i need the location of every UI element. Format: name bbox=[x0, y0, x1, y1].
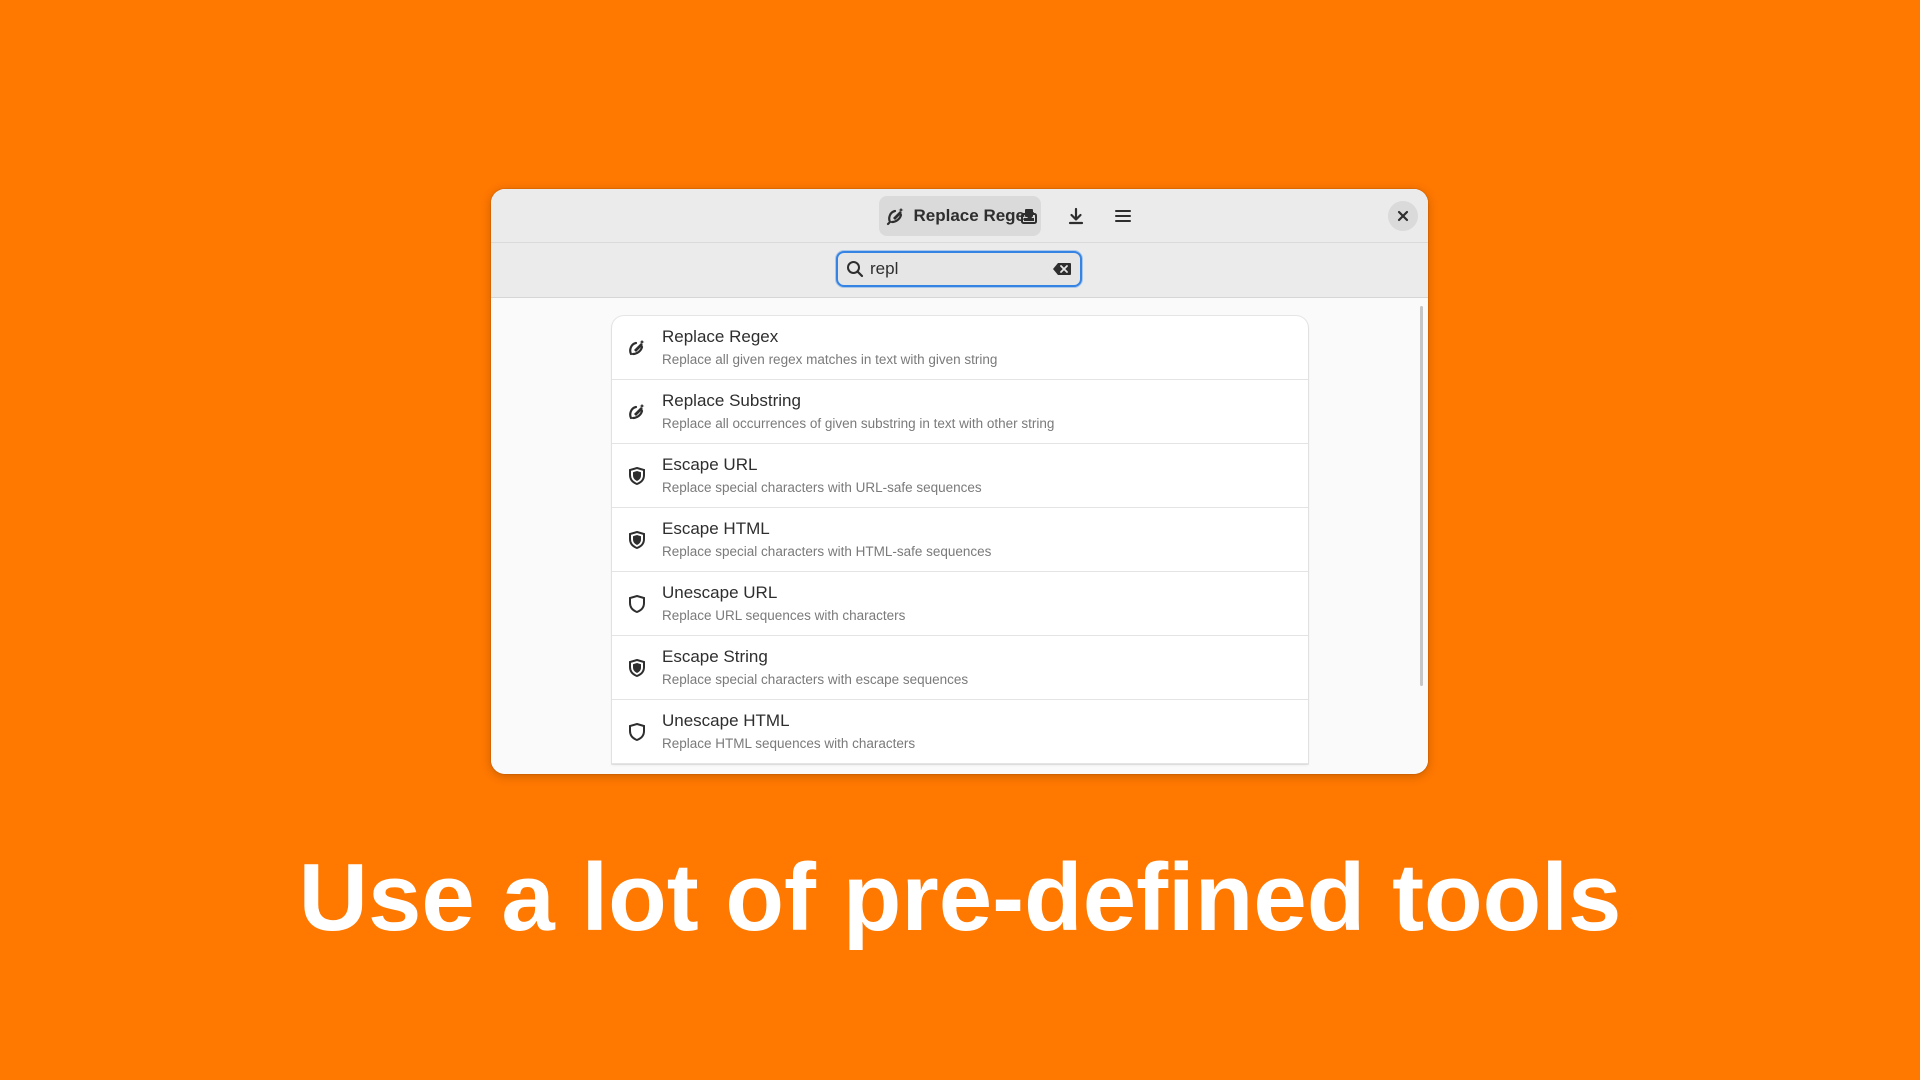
list-item-title: Escape HTML bbox=[662, 519, 770, 538]
main-menu-button[interactable] bbox=[1107, 200, 1139, 232]
close-icon bbox=[1396, 209, 1410, 223]
tools-content: Replace Regex Replace all given regex ma… bbox=[491, 298, 1428, 774]
list-item[interactable]: Replace Substring Replace all occurrence… bbox=[612, 380, 1308, 444]
promo-stage: Replace Regex repl Replace Regex Replace… bbox=[0, 0, 1920, 1080]
search-bar bbox=[491, 243, 1428, 298]
list-item-title: Escape String bbox=[662, 647, 768, 666]
replace-icon bbox=[627, 402, 647, 422]
download-icon bbox=[1066, 206, 1086, 226]
promo-headline: Use a lot of pre-defined tools bbox=[298, 844, 1622, 951]
list-item-title: Unescape HTML bbox=[662, 711, 790, 730]
replace-icon bbox=[886, 206, 906, 226]
menu-icon bbox=[1113, 206, 1133, 226]
shield-filled-icon bbox=[627, 658, 647, 678]
shield-outline-icon bbox=[627, 722, 647, 742]
tools-list: Replace Regex Replace all given regex ma… bbox=[612, 316, 1308, 764]
replace-icon bbox=[627, 338, 647, 358]
list-item[interactable]: Escape URL Replace special characters wi… bbox=[612, 444, 1308, 508]
scrollbar[interactable] bbox=[1420, 306, 1423, 686]
app-window: Replace Regex repl Replace Regex Replace… bbox=[491, 189, 1428, 774]
search-entry[interactable] bbox=[836, 251, 1082, 287]
list-item-subtitle: Replace special characters with HTML-saf… bbox=[662, 544, 992, 559]
list-item[interactable]: Replace Regex Replace all given regex ma… bbox=[612, 316, 1308, 380]
list-item-subtitle: Replace all occurrences of given substri… bbox=[662, 416, 1055, 431]
shield-filled-icon bbox=[627, 466, 647, 486]
list-item-subtitle: Replace special characters with URL-safe… bbox=[662, 480, 982, 495]
save-button[interactable] bbox=[1060, 200, 1092, 232]
list-item-subtitle: Replace all given regex matches in text … bbox=[662, 352, 998, 367]
list-item-subtitle: Replace URL sequences with characters bbox=[662, 608, 906, 623]
list-item-title: Replace Regex bbox=[662, 327, 779, 346]
shield-outline-icon bbox=[627, 594, 647, 614]
list-item[interactable]: Escape HTML Replace special characters w… bbox=[612, 508, 1308, 572]
search-icon bbox=[846, 260, 864, 278]
close-button[interactable] bbox=[1388, 201, 1418, 231]
list-item-title: Escape URL bbox=[662, 455, 758, 474]
paste-button[interactable] bbox=[1013, 200, 1045, 232]
list-item-title: Replace Substring bbox=[662, 391, 801, 410]
paste-icon bbox=[1019, 206, 1039, 226]
shield-filled-icon bbox=[627, 530, 647, 550]
list-item[interactable]: Unescape URL Replace URL sequences with … bbox=[612, 572, 1308, 636]
list-item[interactable]: Escape String Replace special characters… bbox=[612, 636, 1308, 700]
list-item-subtitle: Replace HTML sequences with characters bbox=[662, 736, 916, 751]
list-item-title: Unescape URL bbox=[662, 583, 778, 602]
clear-icon[interactable] bbox=[1052, 262, 1072, 276]
search-input[interactable] bbox=[870, 259, 1052, 279]
list-item[interactable]: Unescape HTML Replace HTML sequences wit… bbox=[612, 700, 1308, 764]
header-bar: Replace Regex bbox=[491, 189, 1428, 243]
list-item-subtitle: Replace special characters with escape s… bbox=[662, 672, 969, 687]
